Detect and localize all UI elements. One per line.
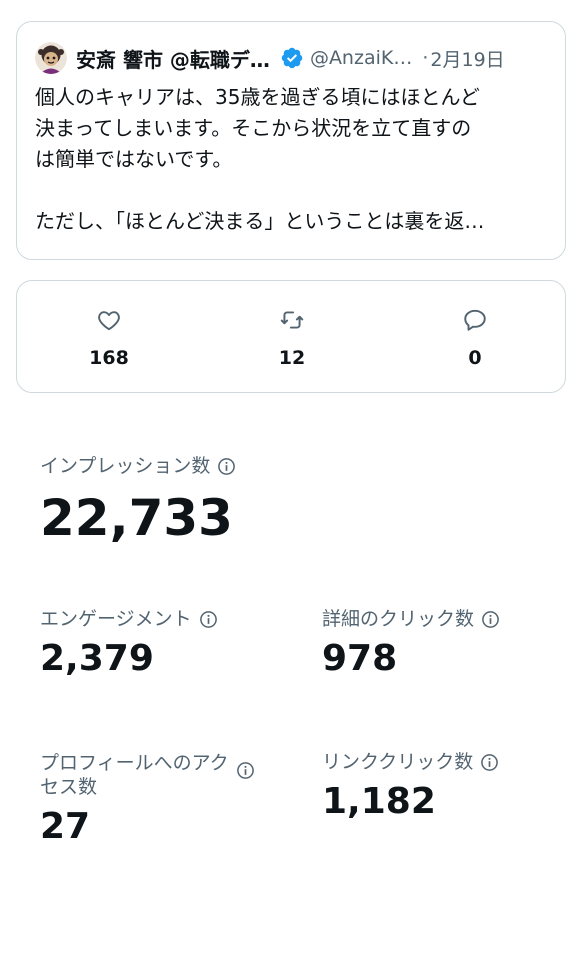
tweet-text-line: 決まってしまいます。そこから状況を立て直すの (35, 116, 472, 140)
metric-value: 1,182 (322, 781, 436, 822)
metric-detail-clicks: 詳細のクリック数 978 (322, 607, 500, 681)
tweet-text-line: ただし、「ほとんど決まる」ということは裏を返… (35, 209, 485, 233)
tweet-text[interactable]: 個人のキャリアは、35歳を過ぎる頃にはほとんど 決まってしまいます。そこから状況… (35, 82, 549, 237)
metric-label-line: セス数 (40, 776, 98, 798)
metric-label: インプレッション数 (40, 455, 211, 477)
reply-icon (464, 309, 486, 331)
author-handle[interactable]: @AnzaiK… (310, 47, 412, 69)
metric-value: 22,733 (40, 489, 233, 547)
metric-label-row: リンククリック数 (322, 750, 499, 774)
info-icon[interactable] (481, 610, 500, 629)
metric-impressions: インプレッション数 22,733 (40, 454, 236, 548)
metric-label: リンククリック数 (322, 751, 474, 773)
metric-link-clicks: リンククリック数 1,182 (322, 750, 499, 824)
metric-engagements: エンゲージメント 2,379 (40, 607, 218, 681)
tweet-text-line: 個人のキャリアは、35歳を過ぎる頃にはほとんど (35, 85, 480, 109)
reply-button[interactable]: 0 (415, 307, 535, 369)
retweet-button[interactable]: 12 (232, 307, 352, 369)
author-name[interactable]: 安斎 響市 @転職デ… (76, 44, 270, 73)
info-icon[interactable] (236, 761, 255, 780)
metric-label: エンゲージメント (40, 608, 192, 630)
avatar-image (35, 42, 67, 74)
tweet-card[interactable]: 安斎 響市 @転職デ… @AnzaiK… · 2月19日 個人のキャリアは、35… (16, 21, 566, 260)
metric-label-row: 詳細のクリック数 (322, 607, 500, 631)
retweet-icon (280, 311, 304, 329)
metric-label: プロフィールへのアク セス数 (40, 751, 229, 799)
metric-label-row: エンゲージメント (40, 607, 218, 631)
tweet-text-line: は簡単ではないです。 (35, 147, 233, 171)
info-icon[interactable] (217, 457, 236, 476)
metric-label-row: プロフィールへのアク セス数 (40, 751, 255, 799)
metric-value: 2,379 (40, 638, 154, 679)
metric-value: 27 (40, 806, 91, 847)
separator-dot: · (422, 47, 429, 69)
heart-icon (98, 311, 120, 331)
tweet-date[interactable]: 2月19日 (430, 45, 504, 72)
metric-label-line: プロフィールへのアク (40, 752, 229, 774)
info-icon[interactable] (199, 610, 218, 629)
metric-label-row: インプレッション数 (40, 454, 236, 478)
metric-label: 詳細のクリック数 (322, 608, 475, 630)
tweet-paragraph-gap (35, 175, 549, 206)
like-button[interactable]: 168 (49, 307, 169, 369)
tweet-header: 安斎 響市 @転職デ… @AnzaiK… · 2月19日 (35, 42, 547, 74)
engagement-bar: 168 12 0 (16, 280, 566, 393)
avatar[interactable] (35, 42, 67, 74)
metric-profile-visits: プロフィールへのアク セス数 27 (40, 751, 255, 849)
metric-value: 978 (322, 638, 398, 679)
reply-count: 0 (468, 347, 482, 369)
verified-badge-icon (281, 47, 303, 69)
info-icon[interactable] (480, 753, 499, 772)
like-count: 168 (89, 347, 129, 369)
retweet-count: 12 (278, 347, 306, 369)
